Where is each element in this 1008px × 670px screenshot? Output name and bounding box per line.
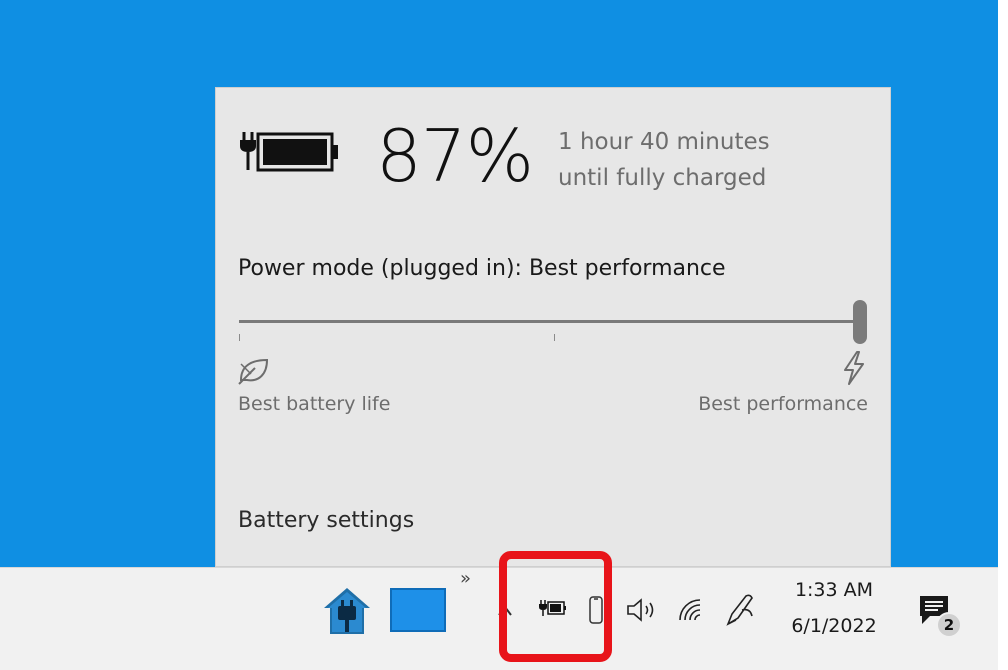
volume-icon[interactable] bbox=[626, 598, 660, 626]
clock-time[interactable]: 1:33 AM bbox=[782, 579, 886, 601]
pen-icon[interactable] bbox=[722, 592, 756, 632]
slider-tick bbox=[239, 334, 240, 341]
overflow-chevrons-icon[interactable]: » bbox=[460, 568, 471, 589]
home-plug-app-icon[interactable] bbox=[320, 584, 374, 642]
battery-settings-link[interactable]: Battery settings bbox=[238, 508, 414, 533]
screen-edge bbox=[998, 0, 1008, 670]
lightning-bolt-icon bbox=[841, 350, 867, 390]
leaf-icon bbox=[237, 356, 271, 390]
slider-track[interactable] bbox=[239, 320, 861, 323]
power-mode-label: Power mode (plugged in): Best performanc… bbox=[238, 256, 726, 281]
slider-max-label: Best performance bbox=[698, 393, 868, 415]
battery-charging-large-icon bbox=[238, 126, 342, 180]
slider-tick bbox=[554, 334, 555, 341]
eta-line-1: 1 hour 40 minutes bbox=[558, 129, 770, 155]
screen: 87% 1 hour 40 minutes until fully charge… bbox=[0, 0, 1008, 670]
highlight-box bbox=[499, 551, 612, 662]
notification-count-badge: 2 bbox=[936, 612, 962, 638]
clock-date[interactable]: 6/1/2022 bbox=[782, 615, 886, 637]
window-app-icon[interactable] bbox=[390, 588, 446, 636]
power-mode-slider[interactable] bbox=[239, 300, 869, 346]
wifi-icon[interactable] bbox=[676, 596, 704, 626]
battery-flyout: 87% 1 hour 40 minutes until fully charge… bbox=[215, 87, 891, 567]
charge-time-remaining: 1 hour 40 minutes until fully charged bbox=[558, 124, 770, 196]
eta-line-2: until fully charged bbox=[558, 165, 767, 191]
slider-min-label: Best battery life bbox=[238, 393, 391, 415]
battery-percent: 87% bbox=[376, 114, 534, 198]
slider-thumb[interactable] bbox=[853, 300, 867, 344]
